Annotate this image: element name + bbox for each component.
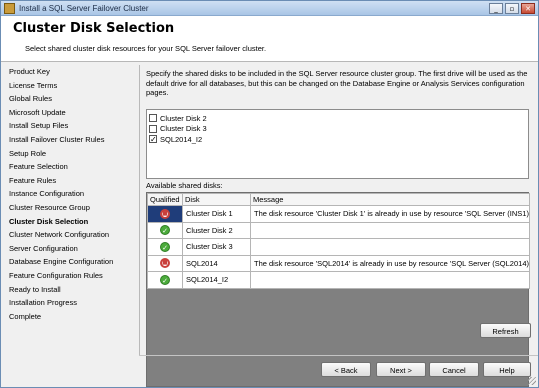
message-cell	[250, 238, 530, 256]
installer-window: Install a SQL Server Failover Cluster _ …	[0, 0, 539, 388]
sidebar-item[interactable]: Cluster Disk Selection	[1, 215, 138, 229]
column-header-message[interactable]: Message	[250, 193, 530, 206]
message-cell: The disk resource 'Cluster Disk 1' is al…	[250, 205, 530, 223]
sidebar-item[interactable]: Microsoft Update	[1, 106, 138, 120]
available-disks-grid[interactable]: Qualified Disk Message ■ Cluster Disk 1 Th…	[146, 192, 530, 387]
sidebar-item[interactable]: Install Failover Cluster Rules	[1, 133, 138, 147]
column-header-qualified[interactable]: Qualified	[147, 193, 183, 206]
resize-grip[interactable]	[528, 377, 536, 385]
table-row[interactable]: ■ Cluster Disk 1 The disk resource 'Cluste…	[147, 205, 530, 223]
check-circle-icon: ✓	[160, 241, 170, 252]
unchecked-checkbox[interactable]	[149, 114, 157, 123]
disk-cell: Cluster Disk 2	[182, 221, 251, 239]
stop-circle-icon: ■	[160, 258, 170, 269]
qualified-cell: ■	[147, 254, 183, 272]
message-cell	[250, 221, 530, 239]
sidebar-item[interactable]: License Terms	[1, 79, 138, 93]
help-button[interactable]: Help	[483, 362, 531, 377]
sidebar-divider	[139, 65, 140, 355]
sidebar-item[interactable]: Cluster Network Configuration	[1, 228, 138, 242]
disk-checkbox-row[interactable]: Cluster Disk 2	[149, 113, 528, 124]
refresh-button[interactable]: Refresh	[480, 323, 531, 338]
table-row[interactable]: ✓ SQL2014_I2	[147, 271, 530, 289]
qualified-cell: ✓	[147, 221, 183, 239]
window-controls: _ ▫ ✕	[489, 2, 535, 14]
sidebar-item[interactable]: Server Configuration	[1, 242, 138, 256]
instructions-text: Specify the shared disks to be included …	[146, 69, 528, 97]
check-circle-icon: ✓	[160, 225, 170, 236]
available-disks-label: Available shared disks:	[146, 181, 223, 190]
page-header: Cluster Disk Selection Select shared clu…	[1, 16, 538, 62]
window-title: Install a SQL Server Failover Cluster	[19, 3, 149, 13]
disk-label: Cluster Disk 3	[160, 124, 207, 134]
table-row[interactable]: ■ SQL2014 The disk resource 'SQL2014' is a…	[147, 254, 530, 272]
footer-divider	[139, 355, 538, 356]
qualified-cell: ✓	[147, 271, 183, 289]
table-row[interactable]: ✓ Cluster Disk 2	[147, 221, 530, 239]
sidebar-item[interactable]: Product Key	[1, 65, 138, 79]
disk-label: SQL2014_I2	[160, 134, 203, 144]
sidebar-item[interactable]: Ready to Install	[1, 283, 138, 297]
message-cell: The disk resource 'SQL2014' is already i…	[250, 254, 530, 272]
sidebar-item[interactable]: Install Setup Files	[1, 119, 138, 133]
disk-cell: Cluster Disk 3	[182, 238, 251, 256]
table-row[interactable]: ✓ Cluster Disk 3	[147, 238, 530, 256]
minimize-button[interactable]: _	[489, 2, 503, 14]
message-cell	[250, 271, 530, 289]
next-button[interactable]: Next >	[376, 362, 426, 377]
disk-cell: SQL2014	[182, 254, 251, 272]
disk-cell: SQL2014_I2	[182, 271, 251, 289]
qualified-cell: ✓	[147, 238, 183, 256]
sql-setup-icon	[4, 2, 15, 14]
sidebar-item[interactable]: Installation Progress	[1, 296, 138, 310]
qualified-cell: ■	[147, 205, 183, 223]
disk-checkbox-row[interactable]: ✓ SQL2014_I2	[149, 134, 528, 145]
title-bar[interactable]: Install a SQL Server Failover Cluster _ …	[1, 1, 538, 16]
shared-disk-list[interactable]: Cluster Disk 2 Cluster Disk 3 ✓ SQL2014_I2	[146, 109, 529, 179]
maximize-button[interactable]: ▫	[505, 2, 519, 14]
close-button[interactable]: ✕	[521, 2, 535, 14]
sidebar-item[interactable]: Setup Role	[1, 147, 138, 161]
stop-circle-icon: ■	[160, 208, 170, 219]
sidebar-item[interactable]: Cluster Resource Group	[1, 201, 138, 215]
sidebar-item[interactable]: Complete	[1, 310, 138, 324]
main-content: Specify the shared disks to be included …	[146, 69, 534, 387]
sidebar-item[interactable]: Instance Configuration	[1, 187, 138, 201]
available-disks-table: Qualified Disk Message ■ Cluster Disk 1 Th…	[147, 193, 530, 289]
sidebar-item[interactable]: Feature Configuration Rules	[1, 269, 138, 283]
page-title: Cluster Disk Selection	[13, 21, 175, 36]
disk-checkbox-row[interactable]: Cluster Disk 3	[149, 124, 528, 135]
sidebar-item[interactable]: Global Rules	[1, 92, 138, 106]
cancel-button[interactable]: Cancel	[429, 362, 479, 377]
table-header-row: Qualified Disk Message	[147, 193, 530, 206]
page-subtitle: Select shared cluster disk resources for…	[25, 44, 267, 53]
disk-cell: Cluster Disk 1	[182, 205, 251, 223]
checked-checkbox[interactable]: ✓	[149, 135, 157, 144]
disk-label: Cluster Disk 2	[160, 113, 207, 123]
steps-sidebar: Product Key License Terms Global Rules Micr…	[1, 65, 138, 355]
sidebar-item[interactable]: Feature Rules	[1, 174, 138, 188]
unchecked-checkbox[interactable]	[149, 124, 157, 133]
check-circle-icon: ✓	[160, 274, 170, 285]
column-header-disk[interactable]: Disk	[182, 193, 251, 206]
sidebar-item[interactable]: Feature Selection	[1, 160, 138, 174]
sidebar-item[interactable]: Database Engine Configuration	[1, 255, 138, 269]
back-button[interactable]: < Back	[321, 362, 371, 377]
